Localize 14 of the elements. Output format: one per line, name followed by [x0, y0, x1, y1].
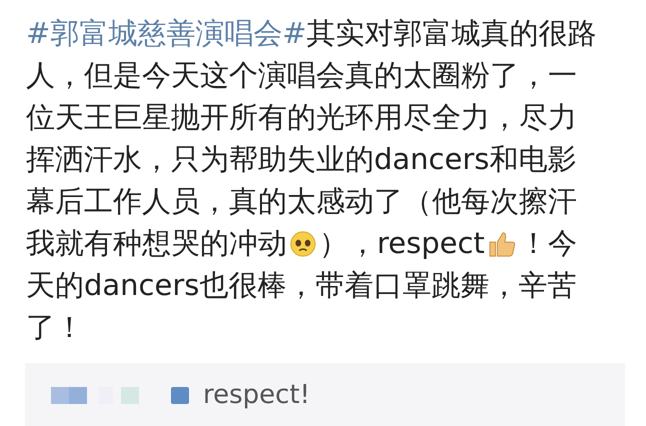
post-text: ！今: [518, 225, 577, 262]
thumbs-up-icon: [486, 230, 517, 258]
sad-face-icon: [289, 230, 317, 258]
post-text: 我就有种想哭的冲动: [26, 225, 287, 262]
post-text: 其实对郭富城真的很路: [306, 15, 597, 52]
post-text: 位天王巨星抛开所有的光环用尽全力，尽力: [26, 99, 577, 136]
post-text: 天的dancers也很棒，带着口罩跳舞，辛苦: [26, 267, 576, 304]
post-text: 幕后工作人员，真的太感动了（他每次擦汗: [26, 183, 577, 220]
post-text: 人，但是今天这个演唱会真的太圈粉了，一: [26, 57, 577, 94]
post-text: ），respect: [319, 225, 485, 262]
post-text: 挥洒汗水，只为帮助失业的dancers和电影: [26, 141, 576, 178]
post-text: 了！: [26, 309, 84, 346]
hashtag-link[interactable]: #郭富城慈善演唱会#: [26, 14, 307, 54]
comment-text: respect!: [203, 380, 310, 410]
